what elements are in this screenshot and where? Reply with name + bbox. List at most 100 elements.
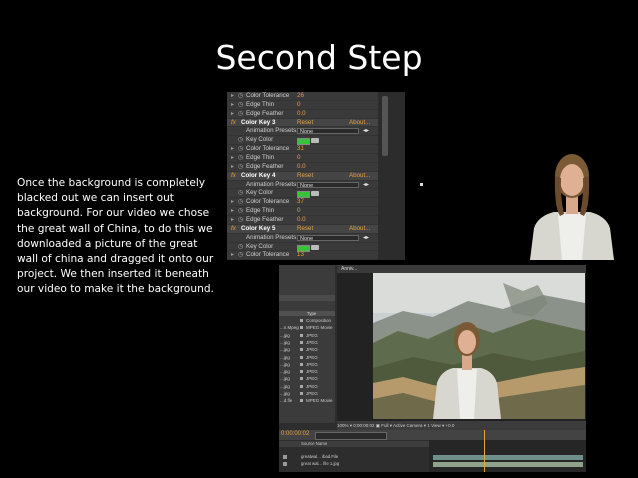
eyedropper-icon[interactable] xyxy=(311,191,319,197)
preset-nav-arrows-icon[interactable]: ◂▸ xyxy=(363,234,369,243)
expand-triangle-icon[interactable]: ▸ xyxy=(231,110,234,119)
timeline-current-time[interactable]: 0:00:00:02 xyxy=(281,431,309,437)
composition-tab[interactable]: Anniv... xyxy=(337,265,586,273)
slide-body-text: Once the background is completely blacke… xyxy=(17,177,214,296)
project-type-header: Type xyxy=(307,311,317,316)
file-type-icon xyxy=(300,319,303,322)
expand-triangle-icon[interactable]: ▸ xyxy=(231,154,234,163)
project-item[interactable]: ...n.Mpeg MPEG Movie xyxy=(279,324,335,331)
timeline-search-input[interactable] xyxy=(315,432,387,440)
expand-triangle-icon[interactable]: ▸ xyxy=(231,101,234,110)
property-label: Key Color xyxy=(246,136,274,144)
effect-controls-scrollbar[interactable] xyxy=(378,92,405,260)
expand-triangle-icon[interactable]: ▸ xyxy=(231,216,234,225)
eye-icon[interactable] xyxy=(283,455,287,459)
project-item-type: JPEG xyxy=(306,354,318,360)
property-value[interactable]: 0.0 xyxy=(297,216,306,225)
stopwatch-icon[interactable]: ◷ xyxy=(238,92,243,101)
about-link[interactable]: About... xyxy=(349,119,370,128)
property-value[interactable]: 0.0 xyxy=(297,110,306,119)
project-item[interactable]: ...jpg JPEG xyxy=(279,354,335,361)
project-item[interactable]: ...jpg JPEG xyxy=(279,332,335,339)
stopwatch-icon[interactable]: ◷ xyxy=(238,251,243,260)
expand-triangle-icon[interactable]: ▸ xyxy=(231,163,234,172)
project-item[interactable]: ...jpg JPEG xyxy=(279,383,335,390)
property-label: Color Tolerance xyxy=(246,145,290,153)
reset-link[interactable]: Reset xyxy=(297,172,313,181)
project-item[interactable]: ...jpg JPEG xyxy=(279,375,335,382)
project-item[interactable]: ...jpg JPEG xyxy=(279,346,335,353)
layer-track-bar[interactable] xyxy=(433,455,583,460)
effect-name: Color Key 3 xyxy=(241,118,276,126)
expand-triangle-icon[interactable]: ▸ xyxy=(231,251,234,260)
after-effects-window: Type Composition ...n.Mpeg MPEG Movie ...jp… xyxy=(279,265,586,472)
property-value[interactable]: 13 xyxy=(297,251,304,260)
fx-icon[interactable]: fx xyxy=(231,225,236,234)
property-label: Color Tolerance xyxy=(246,251,290,259)
property-label: Color Tolerance xyxy=(246,92,290,99)
project-item[interactable]: ...jpg JPEG xyxy=(279,368,335,375)
stopwatch-icon[interactable]: ◷ xyxy=(238,163,243,172)
property-value[interactable]: 0 xyxy=(297,154,300,163)
stopwatch-icon[interactable]: ◷ xyxy=(238,243,243,252)
project-item-type: Composition xyxy=(306,318,332,323)
property-value[interactable]: 31 xyxy=(297,145,304,154)
property-label: Key Color xyxy=(246,189,274,197)
expand-triangle-icon[interactable]: ▸ xyxy=(231,145,234,154)
stopwatch-icon[interactable]: ◷ xyxy=(238,145,243,154)
property-label: Key Color xyxy=(246,242,274,250)
stopwatch-icon[interactable]: ◷ xyxy=(238,154,243,163)
project-item[interactable]: Composition xyxy=(279,317,335,324)
project-item[interactable]: ...jpg JPEG xyxy=(279,390,335,397)
stopwatch-icon[interactable]: ◷ xyxy=(238,216,243,225)
expand-triangle-icon[interactable]: ▸ xyxy=(231,207,234,216)
stopwatch-icon[interactable]: ◷ xyxy=(238,136,243,145)
project-item-name: ...jpg xyxy=(280,369,290,375)
viewer-toolbar[interactable]: 100% ▾ 0:00:00:02 ▣ Full ▾ Active Camera… xyxy=(337,421,586,430)
stopwatch-icon[interactable]: ◷ xyxy=(238,198,243,207)
about-link[interactable]: About... xyxy=(349,172,370,181)
eye-icon[interactable] xyxy=(283,462,287,466)
file-type-icon xyxy=(300,355,303,359)
layer-track-bar[interactable] xyxy=(433,462,583,467)
project-search-bar[interactable] xyxy=(279,295,335,301)
project-item-name: ...jpg xyxy=(280,391,290,396)
property-label: Edge Thin xyxy=(246,207,275,215)
slide-title: Second Step xyxy=(215,38,423,77)
composited-great-wall-image xyxy=(373,273,585,419)
project-item[interactable]: ...d.fle MPEG Movie xyxy=(279,397,335,404)
about-link[interactable]: About... xyxy=(349,225,370,234)
project-item[interactable]: ...jpg JPEG xyxy=(279,339,335,346)
stopwatch-icon[interactable]: ◷ xyxy=(238,101,243,110)
project-item-name: ...jpg xyxy=(280,376,290,382)
property-value[interactable]: 37 xyxy=(297,198,304,207)
file-type-icon xyxy=(300,384,303,388)
reset-link[interactable]: Reset xyxy=(297,119,313,128)
eyedropper-icon[interactable] xyxy=(311,138,319,144)
project-item[interactable]: ...jpg JPEG xyxy=(279,361,335,368)
expand-triangle-icon[interactable]: ▸ xyxy=(231,92,234,101)
dot-marker xyxy=(420,183,423,186)
stopwatch-icon[interactable]: ◷ xyxy=(238,189,243,198)
project-item-type: JPEG xyxy=(306,391,318,396)
effect-name: Color Key 5 xyxy=(241,224,276,232)
property-value[interactable]: 0.0 xyxy=(297,163,306,172)
current-time-indicator[interactable] xyxy=(484,430,485,472)
stopwatch-icon[interactable]: ◷ xyxy=(238,207,243,216)
reset-link[interactable]: Reset xyxy=(297,225,313,234)
preset-nav-arrows-icon[interactable]: ◂▸ xyxy=(363,181,369,190)
property-value[interactable]: 0 xyxy=(297,101,300,110)
scrollbar-thumb[interactable] xyxy=(382,96,388,156)
project-item-type: JPEG xyxy=(306,332,318,338)
expand-triangle-icon[interactable]: ▸ xyxy=(231,198,234,207)
animation-presets-dropdown[interactable]: None xyxy=(297,234,359,242)
preset-nav-arrows-icon[interactable]: ◂▸ xyxy=(363,127,369,136)
fx-icon[interactable]: fx xyxy=(231,119,236,128)
animation-presets-dropdown[interactable]: None xyxy=(297,128,359,135)
property-value[interactable]: 0 xyxy=(297,207,300,216)
animation-presets-dropdown[interactable]: None xyxy=(297,181,359,189)
property-value[interactable]: 26 xyxy=(297,92,304,101)
eyedropper-icon[interactable] xyxy=(311,244,319,250)
fx-icon[interactable]: fx xyxy=(231,172,236,181)
stopwatch-icon[interactable]: ◷ xyxy=(238,110,243,119)
